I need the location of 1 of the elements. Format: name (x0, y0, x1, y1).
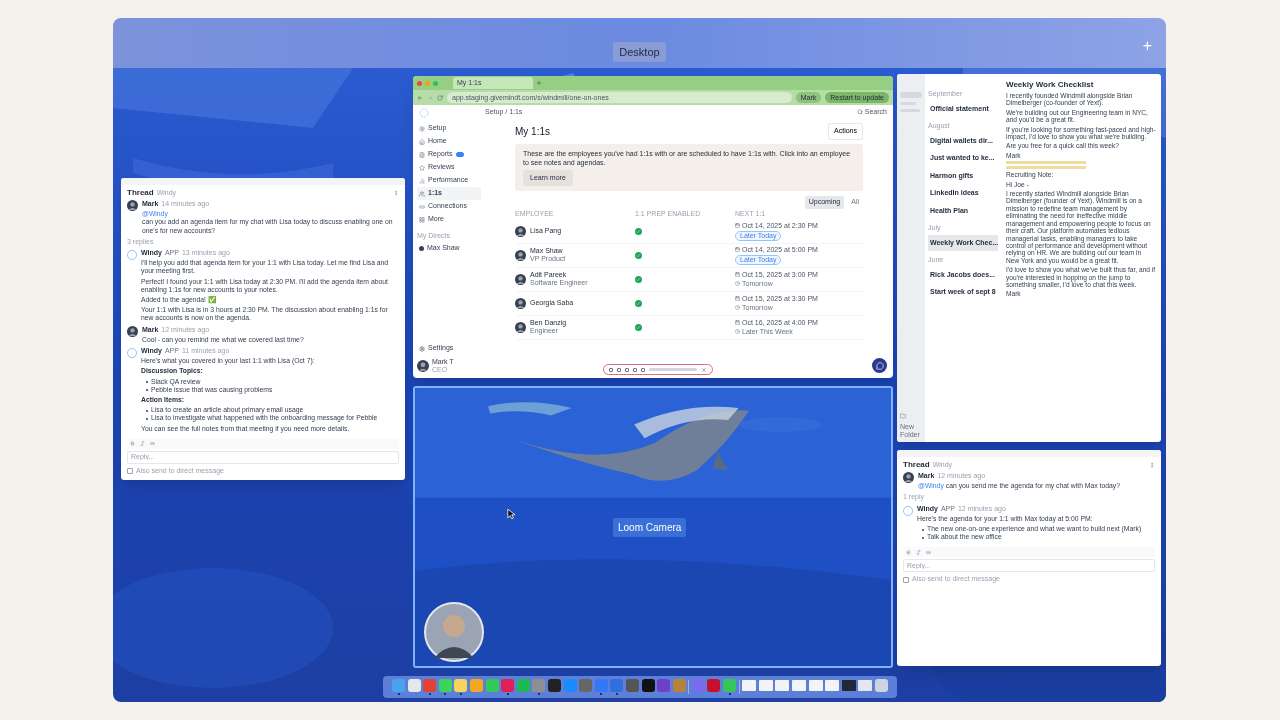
space-label[interactable]: Desktop (613, 41, 666, 62)
